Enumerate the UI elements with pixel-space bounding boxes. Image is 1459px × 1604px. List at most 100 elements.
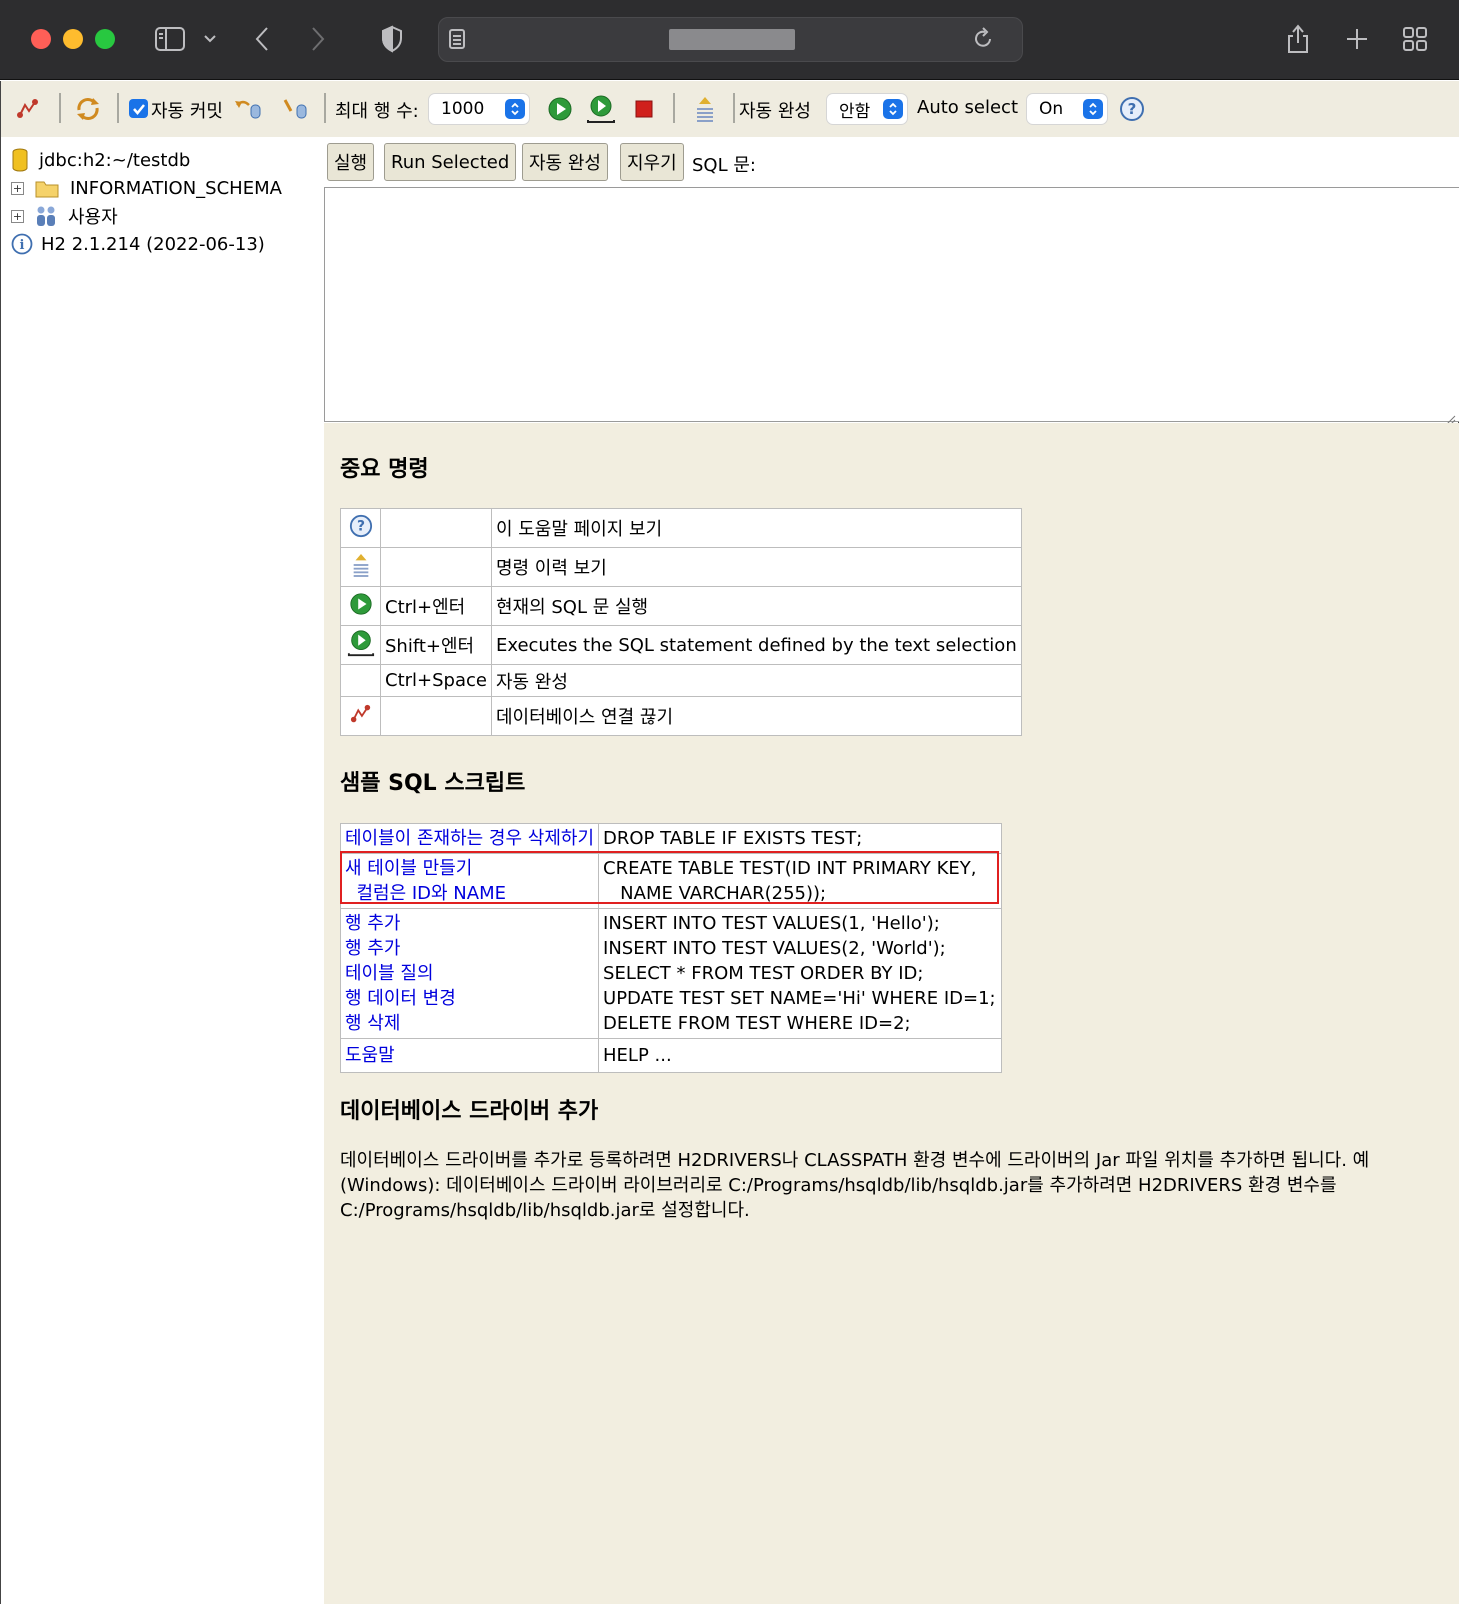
command-desc: Executes the SQL statement defined by th… xyxy=(490,625,1022,665)
minimize-window-button[interactable] xyxy=(63,29,83,49)
run-selected-icon[interactable] xyxy=(586,95,616,123)
command-desc: 데이터베이스 연결 끊기 xyxy=(490,696,1022,736)
users-icon xyxy=(34,204,58,228)
database-icon xyxy=(11,148,29,172)
empty-icon-cell xyxy=(340,664,381,697)
query-toolbar: 실행 Run Selected 자동 완성 지우기 SQL 문: xyxy=(324,137,1459,187)
run-icon[interactable] xyxy=(545,95,575,123)
autocomplete-label: 자동 완성 xyxy=(739,101,811,122)
autoselect-label: Auto select xyxy=(917,97,1018,118)
sample-code: DELETE FROM TEST WHERE ID=2; xyxy=(603,1013,911,1034)
h2-console: 자동 커밋 최대 행 수: 1000 자동 완성 안함 Auto select … xyxy=(0,81,1459,1604)
sample-link[interactable]: 행 삭제 xyxy=(345,1011,594,1036)
toolbar-separator xyxy=(117,93,119,123)
sample-link[interactable]: 행 추가 xyxy=(345,936,594,961)
tree-item-information-schema[interactable]: + INFORMATION_SCHEMA xyxy=(11,175,282,201)
stop-icon[interactable] xyxy=(629,95,659,123)
expand-icon[interactable]: + xyxy=(11,181,24,195)
toolbar-separator xyxy=(733,93,735,123)
autocomplete-value: 안함 xyxy=(839,101,871,122)
sidebar-icon[interactable] xyxy=(152,22,188,56)
shield-icon[interactable] xyxy=(378,22,406,56)
command-desc: 자동 완성 xyxy=(490,664,1022,697)
url-text xyxy=(669,29,795,50)
sql-textarea[interactable] xyxy=(324,187,1459,422)
run-selected-icon xyxy=(340,625,381,665)
sample-link[interactable]: 테이블이 존재하는 경우 삭제하기 xyxy=(339,823,600,854)
command-desc: 명령 이력 보기 xyxy=(490,547,1022,587)
autocomplete-button[interactable]: 자동 완성 xyxy=(522,143,608,181)
commit-icon[interactable] xyxy=(281,95,311,123)
disconnect-icon xyxy=(340,696,381,736)
add-driver-text: 데이터베이스 드라이버를 추가로 등록하려면 H2DRIVERS나 CLASSP… xyxy=(340,1150,1370,1221)
history-icon[interactable] xyxy=(690,95,720,123)
autocommit-label: 자동 커밋 xyxy=(151,101,223,122)
tab-overview-icon[interactable] xyxy=(1400,22,1430,56)
command-key: Shift+엔터 xyxy=(380,625,492,665)
svg-text:?: ? xyxy=(1128,100,1137,118)
tree-item-users[interactable]: + 사용자 xyxy=(11,203,118,229)
clear-button[interactable]: 지우기 xyxy=(620,143,684,181)
command-desc: 이 도움말 페이지 보기 xyxy=(490,508,1022,548)
forward-icon[interactable] xyxy=(306,22,330,56)
command-desc: 현재의 SQL 문 실행 xyxy=(490,586,1022,626)
help-icon[interactable]: ? xyxy=(1117,95,1147,123)
important-commands-title: 중요 명령 xyxy=(340,457,429,482)
table-row: ? 이 도움말 페이지 보기 xyxy=(340,508,1022,548)
tree-item-connection[interactable]: jdbc:h2:~/testdb xyxy=(11,147,190,173)
table-row: 명령 이력 보기 xyxy=(340,547,1022,587)
browser-chrome xyxy=(0,0,1459,80)
autoselect-select[interactable]: On xyxy=(1026,93,1108,125)
chevron-down-icon[interactable] xyxy=(200,22,220,56)
sample-link[interactable]: 도움말 xyxy=(339,1038,600,1073)
sample-link[interactable]: 행 데이터 변경 xyxy=(345,986,594,1011)
run-selected-button[interactable]: Run Selected xyxy=(384,143,517,181)
run-icon xyxy=(340,586,381,626)
highlight-box xyxy=(340,851,999,904)
history-icon xyxy=(340,547,381,587)
command-key xyxy=(380,547,492,587)
address-bar[interactable] xyxy=(438,17,1023,62)
toolbar-separator xyxy=(59,93,61,123)
tree-item-label: H2 2.1.214 (2022-06-13) xyxy=(41,233,265,255)
disconnect-icon[interactable] xyxy=(13,95,43,123)
reader-icon[interactable] xyxy=(443,22,471,56)
add-driver-title: 데이터베이스 드라이버 추가 xyxy=(340,1099,599,1124)
sample-code-group: INSERT INTO TEST VALUES(1, 'Hello'); INS… xyxy=(598,908,1003,1039)
table-row: 테이블이 존재하는 경우 삭제하기 DROP TABLE IF EXISTS T… xyxy=(339,823,1003,854)
reload-icon[interactable] xyxy=(969,22,997,56)
sample-code: SELECT * FROM TEST ORDER BY ID; xyxy=(603,963,924,984)
sample-code: HELP ... xyxy=(598,1038,1003,1073)
sample-link[interactable]: 테이블 질의 xyxy=(345,961,594,986)
toolbar-separator xyxy=(673,93,675,123)
maxrows-value: 1000 xyxy=(441,99,485,119)
table-row: 데이터베이스 연결 끊기 xyxy=(340,696,1022,736)
toolbar: 자동 커밋 최대 행 수: 1000 자동 완성 안함 Auto select … xyxy=(1,81,1459,137)
sample-link-group: 행 추가 행 추가 테이블 질의 행 데이터 변경 행 삭제 xyxy=(339,908,600,1039)
svg-text:i: i xyxy=(20,238,25,253)
back-icon[interactable] xyxy=(250,22,274,56)
new-tab-icon[interactable] xyxy=(1342,22,1372,56)
autocommit-checkbox[interactable] xyxy=(129,99,148,118)
autocomplete-select[interactable]: 안함 xyxy=(826,93,908,125)
tree-item-version: i H2 2.1.214 (2022-06-13) xyxy=(11,231,265,257)
zoom-window-button[interactable] xyxy=(95,29,115,49)
table-row: 행 추가 행 추가 테이블 질의 행 데이터 변경 행 삭제 INSERT IN… xyxy=(339,908,1003,1039)
share-icon[interactable] xyxy=(1283,22,1313,56)
command-key xyxy=(380,508,492,548)
tree-item-label: 사용자 xyxy=(68,207,118,228)
object-tree: jdbc:h2:~/testdb + INFORMATION_SCHEMA + … xyxy=(1,137,324,1604)
command-key xyxy=(380,696,492,736)
sample-link[interactable]: 행 추가 xyxy=(345,911,594,936)
run-button[interactable]: 실행 xyxy=(327,143,375,181)
table-row: Ctrl+엔터 현재의 SQL 문 실행 xyxy=(340,586,1022,626)
maxrows-select[interactable]: 1000 xyxy=(428,93,530,125)
rollback-icon[interactable] xyxy=(233,95,263,123)
sample-sql-title: 샘플 SQL 스크립트 xyxy=(340,771,526,796)
select-arrows-icon xyxy=(883,99,903,119)
table-row: Shift+엔터 Executes the SQL statement defi… xyxy=(340,625,1022,665)
refresh-icon[interactable] xyxy=(73,95,103,123)
close-window-button[interactable] xyxy=(31,29,51,49)
expand-icon[interactable]: + xyxy=(11,209,24,223)
maxrows-label: 최대 행 수: xyxy=(335,101,419,122)
